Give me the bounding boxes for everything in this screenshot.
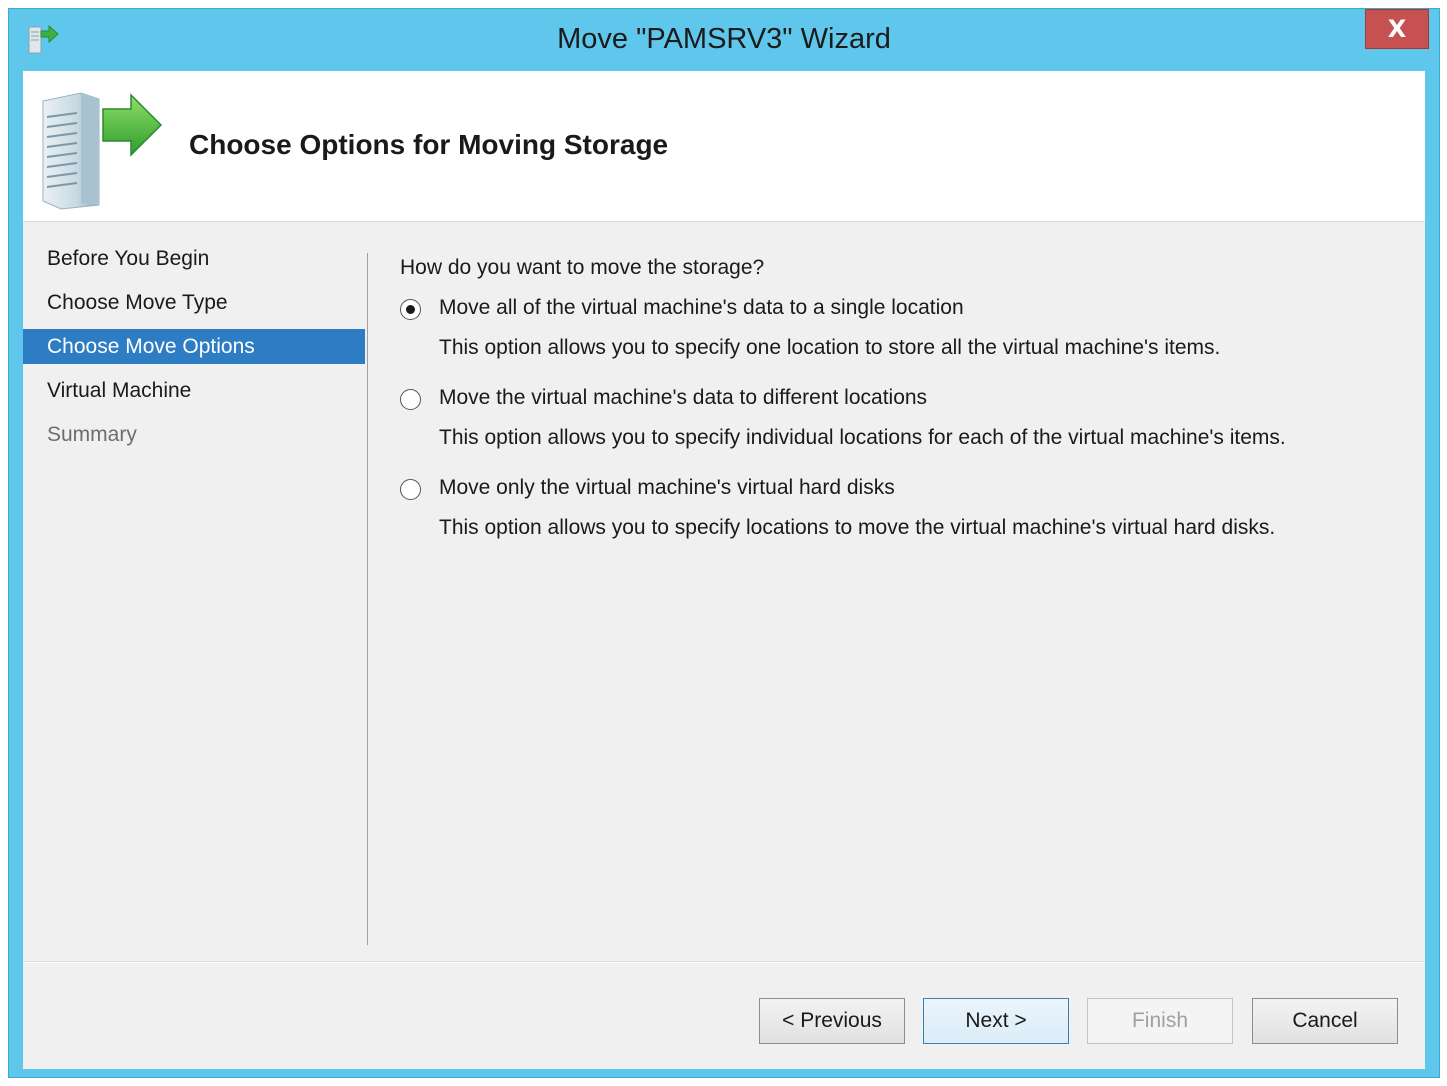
wizard-client-area: Choose Options for Moving Storage Before… xyxy=(23,71,1425,1069)
next-button[interactable]: Next > xyxy=(923,998,1069,1044)
wizard-window: Move "PAMSRV3" Wizard X Choose Options f… xyxy=(8,8,1440,1078)
option-different-locations[interactable]: Move the virtual machine's data to diffe… xyxy=(400,386,1400,476)
option-single-location[interactable]: Move all of the virtual machine's data t… xyxy=(400,296,1400,386)
wizard-steps-nav: Before You Begin Choose Move Type Choose… xyxy=(23,241,365,461)
footer-divider xyxy=(23,961,1425,963)
wizard-header: Choose Options for Moving Storage xyxy=(23,71,1425,222)
title-bar: Move "PAMSRV3" Wizard X xyxy=(9,9,1439,71)
move-storage-question: How do you want to move the storage? xyxy=(400,256,765,279)
finish-button: Finish xyxy=(1087,998,1233,1044)
previous-button[interactable]: < Previous xyxy=(759,998,905,1044)
radio-different-locations[interactable] xyxy=(400,389,421,410)
options-panel: How do you want to move the storage? Mov… xyxy=(400,256,1400,566)
close-button[interactable]: X xyxy=(1365,9,1429,49)
step-choose-move-type[interactable]: Choose Move Type xyxy=(23,285,365,320)
window-title: Move "PAMSRV3" Wizard xyxy=(557,23,891,55)
option-single-location-description: This option allows you to specify one lo… xyxy=(439,336,1221,359)
cancel-button[interactable]: Cancel xyxy=(1252,998,1398,1044)
step-virtual-machine[interactable]: Virtual Machine xyxy=(23,373,365,408)
nav-divider xyxy=(367,253,368,945)
option-different-locations-label[interactable]: Move the virtual machine's data to diffe… xyxy=(439,386,927,410)
radio-single-location[interactable] xyxy=(400,299,421,320)
option-virtual-hard-disks-label[interactable]: Move only the virtual machine's virtual … xyxy=(439,476,895,500)
option-single-location-label[interactable]: Move all of the virtual machine's data t… xyxy=(439,296,964,320)
step-summary: Summary xyxy=(47,423,137,446)
option-virtual-hard-disks[interactable]: Move only the virtual machine's virtual … xyxy=(400,476,1400,566)
step-choose-move-options[interactable]: Choose Move Options xyxy=(23,329,365,364)
option-virtual-hard-disks-description: This option allows you to specify locati… xyxy=(439,516,1276,539)
radio-virtual-hard-disks[interactable] xyxy=(400,479,421,500)
server-arrow-icon xyxy=(37,83,167,213)
option-different-locations-description: This option allows you to specify indivi… xyxy=(439,426,1286,449)
page-title: Choose Options for Moving Storage xyxy=(189,129,669,160)
step-before-you-begin[interactable]: Before You Begin xyxy=(23,241,365,276)
